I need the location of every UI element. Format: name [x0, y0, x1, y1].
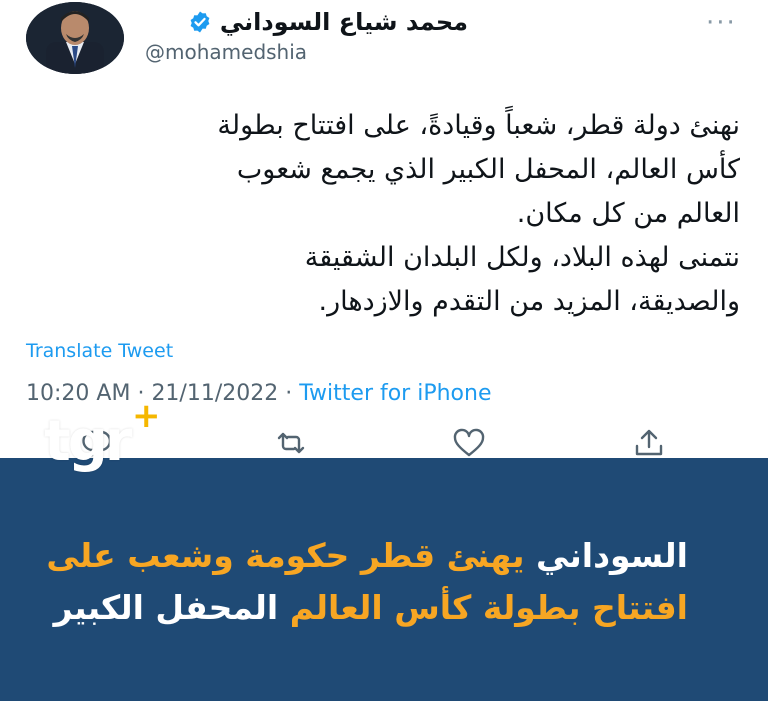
avatar-photo: [26, 2, 124, 74]
meta-separator: ·: [285, 381, 293, 406]
tweet-text: نهنئ دولة قطر، شعباً وقيادةً، على افتتاح…: [150, 104, 740, 324]
headline-part-4: المحفل الكبير: [53, 588, 279, 627]
user-handle[interactable]: @mohamedshia: [145, 40, 307, 64]
verified-badge-icon: [190, 11, 210, 33]
display-name[interactable]: محمد شياع السوداني: [220, 8, 468, 36]
tweet-source-link[interactable]: Twitter for iPhone: [299, 381, 491, 406]
tweet-line: العالم من كل مكان.: [516, 198, 740, 229]
news-banner: السوداني يهنئ قطر حكومة وشعب على افتتاح …: [0, 458, 768, 701]
avatar[interactable]: [26, 2, 124, 74]
headline: السوداني يهنئ قطر حكومة وشعب على افتتاح …: [40, 530, 688, 634]
more-dots-icon[interactable]: ···: [706, 8, 737, 38]
headline-part-3: افتتاح بطولة كأس العالم: [289, 588, 688, 627]
headline-part-1: السوداني: [536, 536, 688, 575]
author-name-row[interactable]: محمد شياع السوداني: [188, 8, 468, 36]
retweet-icon[interactable]: [274, 428, 308, 458]
tweet-line: والصديقة، المزيد من التقدم والازدهار.: [318, 286, 741, 317]
tgr-logo: tgr +: [44, 396, 164, 484]
tweet-line: كأس العالم، المحفل الكبير الذي يجمع شعوب: [236, 154, 740, 185]
share-icon[interactable]: [632, 428, 666, 458]
logo-plus-icon: +: [132, 396, 161, 436]
tweet-date[interactable]: 21/11/2022: [151, 381, 278, 406]
tweet-card: محمد شياع السوداني @mohamedshia ··· نهنئ…: [0, 0, 768, 458]
tweet-line: نهنئ دولة قطر، شعباً وقيادةً، على افتتاح…: [217, 110, 740, 141]
like-icon[interactable]: [452, 428, 486, 458]
logo-text: tgr: [44, 409, 133, 474]
translate-tweet-link[interactable]: Translate Tweet: [26, 340, 173, 362]
tweet-line: نتمنى لهذه البلاد، ولكل البلدان الشقيقة: [304, 242, 740, 273]
headline-part-2: يهنئ قطر حكومة وشعب على: [46, 536, 525, 575]
